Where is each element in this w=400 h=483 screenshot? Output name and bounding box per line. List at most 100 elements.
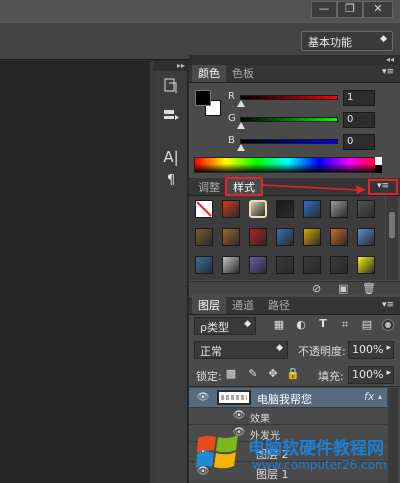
layers-scrollbar[interactable] <box>388 388 398 483</box>
effects-label: 效果 <box>250 414 270 425</box>
tab-swatches[interactable]: 色板 <box>226 65 260 82</box>
chevron-down-icon: ◆ <box>276 343 283 353</box>
blend-mode-dropdown[interactable]: 正常 ◆ <box>194 341 288 359</box>
shape-filter-icon[interactable]: ⌗ <box>338 318 352 332</box>
character-icon[interactable]: A| <box>160 147 182 167</box>
lock-all-icon[interactable]: 🔒 <box>286 367 300 380</box>
fill-input[interactable]: 100% ▸ <box>348 366 394 384</box>
style-swatch[interactable] <box>303 228 321 246</box>
style-swatch[interactable] <box>357 228 375 246</box>
chevron-down-icon: ▸ <box>386 343 391 353</box>
chevron-down-icon: ▸ <box>386 368 391 378</box>
minimize-button[interactable]: — <box>311 1 337 18</box>
blue-slider[interactable] <box>240 139 338 144</box>
clear-style-icon[interactable]: ⊘ <box>312 282 321 295</box>
tab-adjustments[interactable]: 调整 <box>192 179 226 196</box>
eye-icon[interactable]: 👁 <box>196 392 210 403</box>
layers-panel-menu-icon[interactable]: ▾≡ <box>382 298 394 313</box>
color-panel-menu-icon[interactable]: ▾≡ <box>382 65 394 80</box>
green-value-input[interactable]: 0 <box>343 112 375 128</box>
blend-mode-label: 正常 <box>200 345 222 358</box>
annotation-arrow <box>262 184 366 194</box>
restore-button[interactable]: ❐ <box>337 1 363 18</box>
tab-color[interactable]: 颜色 <box>192 65 226 82</box>
color-spectrum-bar[interactable] <box>194 157 382 173</box>
fx-icon[interactable]: fx <box>364 390 374 403</box>
blue-value-input[interactable]: 0 <box>343 134 375 150</box>
channel-label-r: R <box>228 91 235 102</box>
style-swatch[interactable] <box>330 200 348 218</box>
style-swatch[interactable] <box>249 256 267 274</box>
style-swatch[interactable] <box>249 228 267 246</box>
effects-row[interactable] <box>189 408 387 425</box>
style-swatch[interactable] <box>276 200 294 218</box>
delete-icon[interactable]: 🗑 <box>362 282 376 295</box>
tab-paths[interactable]: 路径 <box>262 297 296 314</box>
smart-object-filter-icon[interactable]: ▤ <box>360 318 374 331</box>
watermark-title: 电脑软硬件教程网 <box>248 439 384 459</box>
fill-value: 100% <box>352 368 384 381</box>
workspace-label: 基本功能 <box>308 36 352 49</box>
channel-label-b: B <box>228 135 235 146</box>
style-swatch[interactable] <box>330 228 348 246</box>
lock-transparent-icon[interactable]: ▩ <box>224 367 238 380</box>
style-swatch[interactable] <box>276 228 294 246</box>
style-swatch[interactable] <box>195 200 213 218</box>
close-button[interactable]: ✕ <box>363 1 393 18</box>
style-swatch[interactable] <box>303 256 321 274</box>
blue-slider-thumb[interactable] <box>237 144 245 151</box>
lock-position-icon[interactable]: ✥ <box>266 367 280 380</box>
pixel-filter-icon[interactable]: ▦ <box>272 318 286 331</box>
style-swatch[interactable] <box>195 228 213 246</box>
style-swatch[interactable] <box>222 256 240 274</box>
foreground-background-swatches[interactable] <box>195 90 223 118</box>
layer-name[interactable]: 电脑我帮您 <box>257 391 312 407</box>
type-filter-icon[interactable]: T <box>316 317 330 330</box>
chevron-down-icon: ◆ <box>244 319 251 329</box>
red-value-input[interactable]: 1 <box>343 90 375 106</box>
white-swatch[interactable] <box>375 157 382 165</box>
fill-label: 填充: <box>318 370 344 383</box>
adjustment-filter-icon[interactable]: ◐ <box>294 318 308 331</box>
document-canvas[interactable] <box>0 61 150 483</box>
filter-toggle[interactable] <box>382 319 394 331</box>
lock-label: 锁定: <box>196 370 222 383</box>
lock-pixels-icon[interactable]: ✎ <box>246 367 260 380</box>
opacity-label: 不透明度: <box>298 345 346 358</box>
tab-styles[interactable]: 样式 <box>225 177 263 196</box>
styles-panel-menu-icon[interactable]: ▾≡ <box>368 179 398 195</box>
history-icon[interactable] <box>160 78 182 98</box>
red-slider[interactable] <box>240 95 338 100</box>
style-swatch[interactable] <box>357 256 375 274</box>
style-swatch[interactable] <box>303 200 321 218</box>
layer-filter-label: ρ类型 <box>200 321 229 334</box>
tab-channels[interactable]: 通道 <box>226 297 260 314</box>
style-swatch[interactable] <box>249 200 267 218</box>
expand-strip-button[interactable]: ▸▸ <box>154 61 188 71</box>
foreground-color-swatch[interactable] <box>195 90 211 106</box>
layer-thumbnail <box>217 390 251 405</box>
eye-icon[interactable]: 👁 <box>232 410 246 421</box>
style-swatch[interactable] <box>195 256 213 274</box>
styles-scrollbar[interactable] <box>386 196 398 280</box>
style-swatch[interactable] <box>222 200 240 218</box>
workspace-dropdown[interactable]: 基本功能 ◆ <box>301 31 393 51</box>
green-slider-thumb[interactable] <box>237 122 245 129</box>
chevron-down-icon: ◆ <box>380 34 387 44</box>
green-slider[interactable] <box>240 117 338 122</box>
new-style-icon[interactable]: ▣ <box>338 282 348 295</box>
style-swatch[interactable] <box>357 200 375 218</box>
style-swatch[interactable] <box>330 256 348 274</box>
layer-filter-dropdown[interactable]: ρ类型 ◆ <box>194 317 256 335</box>
styles-grid <box>189 196 385 280</box>
opacity-input[interactable]: 100% ▸ <box>348 341 394 359</box>
chevron-up-icon[interactable]: ▴ <box>378 392 382 401</box>
paragraph-icon[interactable]: ¶ <box>160 171 182 191</box>
style-swatch[interactable] <box>222 228 240 246</box>
tab-layers[interactable]: 图层 <box>192 297 226 314</box>
red-slider-thumb[interactable] <box>237 100 245 107</box>
actions-icon[interactable] <box>160 108 182 128</box>
style-swatch[interactable] <box>276 256 294 274</box>
collapse-panels-button[interactable]: ◂◂ <box>189 55 400 65</box>
black-swatch[interactable] <box>375 165 382 173</box>
